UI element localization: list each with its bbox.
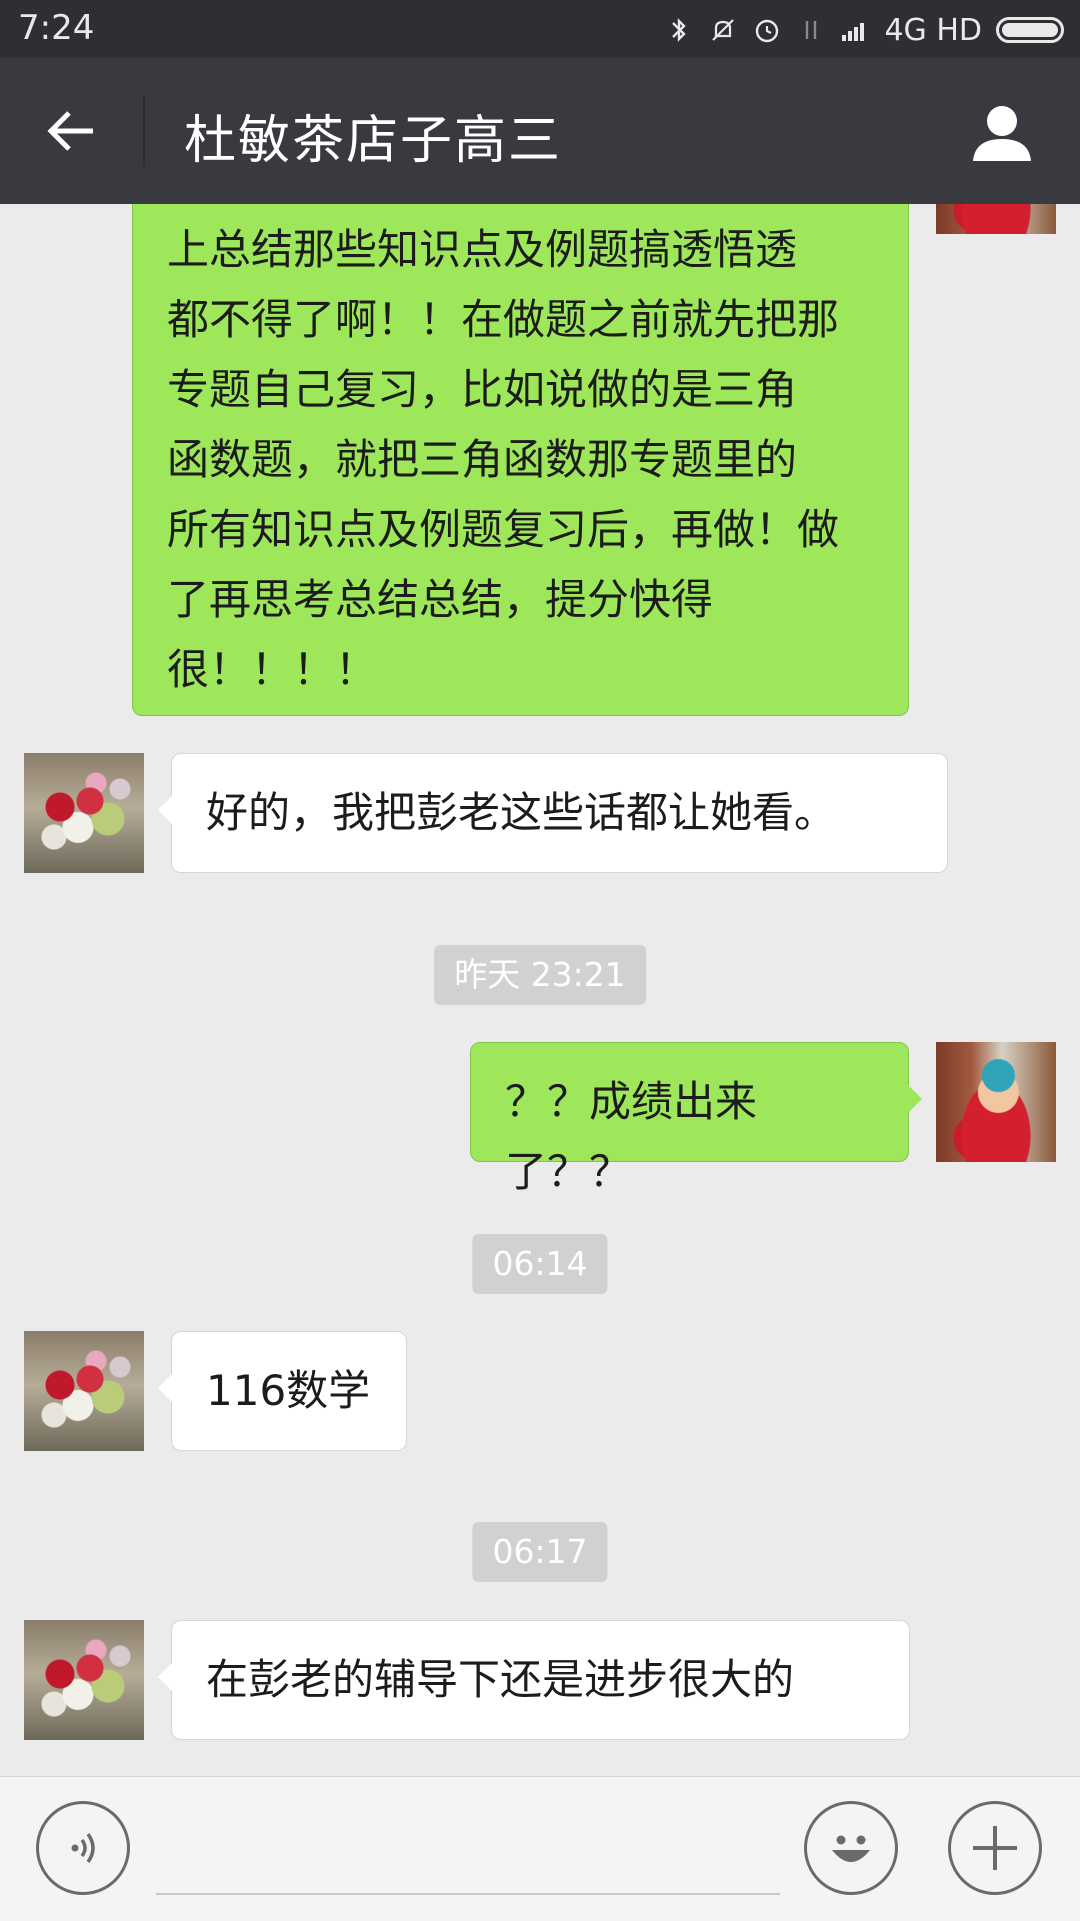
battery-icon — [996, 17, 1064, 43]
header-divider — [143, 96, 145, 166]
timestamp: 06:17 — [472, 1522, 608, 1582]
signal-icon — [842, 23, 865, 41]
emoji-button[interactable] — [804, 1801, 898, 1895]
message-line: 了再思考总结总结，提分快得 — [167, 575, 714, 624]
contact-avatar[interactable] — [24, 1331, 144, 1451]
mute-icon — [712, 19, 735, 41]
back-button[interactable] — [34, 94, 108, 168]
person-icon — [973, 106, 1031, 161]
message-bubble-sent[interactable]: ？？成绩出来了？？ — [470, 1042, 922, 1196]
message-bubble-received[interactable]: 好的，我把彭老这些话都让她看。 — [158, 753, 948, 873]
message-line: 上总结那些知识点及例题搞透悟透 — [167, 225, 798, 274]
message-bubble-received[interactable]: 116数学 — [158, 1331, 407, 1451]
voice-button[interactable] — [36, 1801, 130, 1895]
plus-icon — [973, 1826, 1017, 1870]
message-text: 116数学 — [206, 1366, 371, 1415]
message-input[interactable] — [156, 1893, 780, 1895]
message-bubble-sent[interactable]: 上总结那些知识点及例题搞透悟透 都不得了啊！！在做题之前就先把那 专题自己复习，… — [132, 204, 909, 716]
message-line: 所有知识点及例题复习后，再做！做 — [167, 505, 840, 554]
my-avatar[interactable] — [936, 1042, 1056, 1162]
more-button[interactable] — [948, 1801, 1042, 1895]
contact-avatar[interactable] — [24, 1620, 144, 1740]
message-text: 在彭老的辅导下还是进步很大的 — [206, 1655, 795, 1704]
data-transfer-icon — [806, 21, 817, 39]
message-text: ？？成绩出来了？？ — [505, 1077, 758, 1196]
arrow-left-icon — [47, 111, 93, 151]
status-time: 7:24 — [18, 8, 95, 48]
my-avatar[interactable] — [936, 204, 1056, 234]
chat-header: 杜敏茶店子高三 — [0, 58, 1080, 204]
alarm-icon — [756, 19, 779, 43]
chat-info-button[interactable] — [964, 94, 1040, 170]
smiley-icon — [832, 1835, 870, 1862]
status-bar: 7:24 4G HD — [0, 0, 1080, 58]
voice-icon — [71, 1832, 95, 1864]
timestamp: 昨天 23:21 — [434, 945, 646, 1005]
contact-avatar[interactable] — [24, 753, 144, 873]
message-line: 都不得了啊！！在做题之前就先把那 — [167, 295, 840, 344]
message-line: 函数题，就把三角函数那专题里的 — [167, 435, 798, 484]
message-bubble-received[interactable]: 在彭老的辅导下还是进步很大的 — [158, 1620, 910, 1740]
message-text: 好的，我把彭老这些话都让她看。 — [206, 788, 837, 837]
input-bar — [0, 1776, 1080, 1921]
timestamp: 06:14 — [472, 1234, 608, 1294]
bluetooth-icon — [672, 18, 687, 42]
message-list[interactable]: 上总结那些知识点及例题搞透悟透 都不得了啊！！在做题之前就先把那 专题自己复习，… — [0, 204, 1080, 1776]
status-icons: 4G HD — [664, 8, 1064, 52]
network-label: 4G HD — [884, 12, 982, 48]
message-line: 专题自己复习，比如说做的是三角 — [167, 365, 798, 414]
chat-title: 杜敏茶店子高三 — [184, 111, 563, 171]
message-line: 很！！！！ — [167, 645, 378, 694]
